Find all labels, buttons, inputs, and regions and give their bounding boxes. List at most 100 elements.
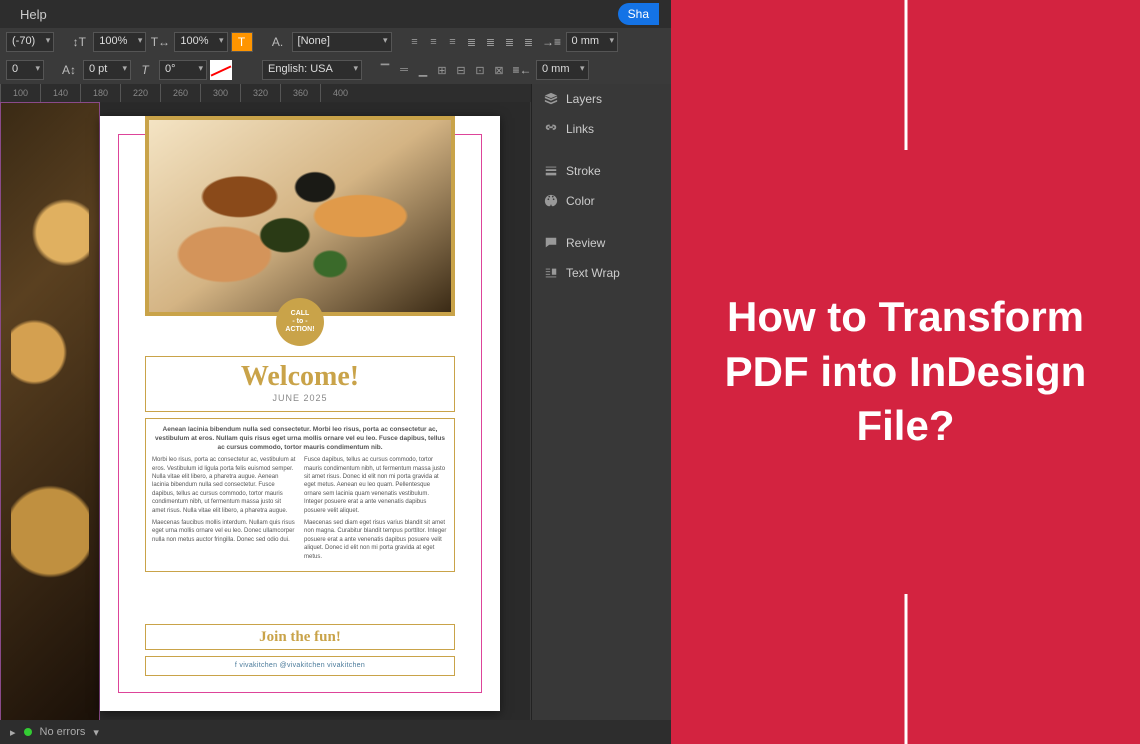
justify-full-icon[interactable]: ≣ bbox=[520, 33, 538, 51]
welcome-date: JUNE 2025 bbox=[150, 393, 450, 403]
tutorial-banner: How to Transform PDF into InDesign File? bbox=[671, 0, 1140, 744]
panel-textwrap[interactable]: Text Wrap bbox=[532, 258, 671, 288]
panel-label: Text Wrap bbox=[566, 266, 620, 280]
background-image[interactable] bbox=[0, 102, 100, 722]
body-para: Maecenas faucibus mollis interdum. Nulla… bbox=[152, 519, 296, 544]
review-icon bbox=[544, 236, 558, 250]
textwrap-icon bbox=[544, 266, 558, 280]
cta-badge[interactable]: CALL - to - ACTION! bbox=[276, 298, 324, 346]
baseline-shift-input[interactable]: 0 pt bbox=[83, 60, 131, 80]
ruler-tick: 260 bbox=[160, 84, 200, 102]
justify-left-icon[interactable]: ≣ bbox=[463, 33, 481, 51]
banner-line-top bbox=[904, 0, 907, 150]
left-indent-icon: →≡ bbox=[541, 32, 563, 52]
char-style-label: A. bbox=[267, 32, 289, 52]
panel-label: Layers bbox=[566, 92, 602, 106]
ruler-tick: 360 bbox=[280, 84, 320, 102]
document-page[interactable]: CALL - to - ACTION! Welcome! JUNE 2025 A… bbox=[100, 116, 500, 711]
vertical-scale-input[interactable]: 100% bbox=[93, 32, 146, 52]
ruler-tick: 300 bbox=[200, 84, 240, 102]
ruler-tick: 100 bbox=[0, 84, 40, 102]
status-bar: ▸ No errors ▾ bbox=[0, 720, 671, 744]
span-col-icon[interactable]: ⊞ bbox=[433, 61, 451, 79]
menu-bar: Help Sha bbox=[0, 0, 671, 28]
valign-top-icon[interactable]: ▔ bbox=[376, 61, 394, 79]
panel-label: Review bbox=[566, 236, 605, 250]
body-para: Morbi leo risus, porta ac consectetur ac… bbox=[152, 456, 296, 515]
indesign-app-window: Help Sha (-70) ↕T 100% T↔ 100% T A. [Non… bbox=[0, 0, 671, 744]
panel-review[interactable]: Review bbox=[532, 228, 671, 258]
merge-icon[interactable]: ⊡ bbox=[471, 61, 489, 79]
skew-icon: T bbox=[134, 60, 156, 80]
panel-color[interactable]: Color bbox=[532, 186, 671, 216]
color-icon bbox=[544, 194, 558, 208]
body-intro: Aenean lacinia bibendum nulla sed consec… bbox=[152, 425, 448, 452]
ruler-horizontal[interactable]: 100 140 180 220 260 300 320 360 400 bbox=[0, 84, 531, 102]
justify-right-icon[interactable]: ≣ bbox=[501, 33, 519, 51]
page-nav-prev-icon[interactable]: ▸ bbox=[10, 726, 16, 739]
panel-label: Color bbox=[566, 194, 595, 208]
ruler-tick: 220 bbox=[120, 84, 160, 102]
baseline-shift-icon: A↕ bbox=[58, 60, 80, 80]
panel-label: Stroke bbox=[566, 164, 601, 178]
panel-layers[interactable]: Layers bbox=[532, 84, 671, 114]
panel-stroke[interactable]: Stroke bbox=[532, 156, 671, 186]
char-dropdown[interactable]: (-70) bbox=[6, 32, 54, 52]
right-indent-icon: ≡← bbox=[511, 60, 533, 80]
ltr-icon[interactable]: ⊠ bbox=[490, 61, 508, 79]
toolbar-row-2: 0 A↕ 0 pt T 0° English: USA ▔ ═ ▁ ⊞ ⊟ ⊡ … bbox=[0, 56, 671, 84]
align-right-icon[interactable]: ≡ bbox=[444, 33, 462, 51]
ruler-tick: 400 bbox=[320, 84, 360, 102]
menu-help[interactable]: Help bbox=[12, 7, 55, 22]
social-text-frame[interactable]: f vivakitchen @vivakitchen vivakitchen bbox=[145, 656, 455, 676]
dropdown-chevron-icon[interactable]: ▾ bbox=[93, 726, 99, 739]
valign-mid-icon[interactable]: ═ bbox=[395, 61, 413, 79]
stroke-icon bbox=[544, 164, 558, 178]
paragraph-align-group: ≡ ≡ ≡ ≣ ≣ ≣ ≣ bbox=[406, 33, 538, 51]
cta-text-mid: - to - bbox=[292, 318, 307, 326]
valign-bot-icon[interactable]: ▁ bbox=[414, 61, 432, 79]
language-dropdown[interactable]: English: USA bbox=[262, 60, 362, 80]
join-text-frame[interactable]: Join the fun! bbox=[145, 624, 455, 650]
split-col-icon[interactable]: ⊟ bbox=[452, 61, 470, 79]
leading-input[interactable]: 0 bbox=[6, 60, 44, 80]
welcome-title: Welcome! bbox=[150, 361, 450, 393]
body-para: Fusce dapibus, tellus ac cursus commodo,… bbox=[304, 456, 448, 515]
char-style-dropdown[interactable]: [None] bbox=[292, 32, 392, 52]
ruler-tick: 140 bbox=[40, 84, 80, 102]
panel-dock: Layers Links Stroke Color Review Text Wr… bbox=[531, 84, 671, 720]
column-left: Morbi leo risus, porta ac consectetur ac… bbox=[152, 456, 296, 565]
body-text-frame[interactable]: Aenean lacinia bibendum nulla sed consec… bbox=[145, 418, 455, 572]
control-panel: (-70) ↕T 100% T↔ 100% T A. [None] ≡ ≡ ≡ … bbox=[0, 28, 671, 84]
stroke-none-swatch[interactable] bbox=[210, 60, 232, 80]
toolbar-row-1: (-70) ↕T 100% T↔ 100% T A. [None] ≡ ≡ ≡ … bbox=[0, 28, 671, 56]
ruler-tick: 320 bbox=[240, 84, 280, 102]
canvas-area[interactable]: CALL - to - ACTION! Welcome! JUNE 2025 A… bbox=[0, 102, 530, 722]
welcome-text-frame[interactable]: Welcome! JUNE 2025 bbox=[145, 356, 455, 412]
cta-text-top: CALL bbox=[291, 310, 310, 318]
preflight-status[interactable]: No errors bbox=[40, 726, 86, 738]
justify-center-icon[interactable]: ≣ bbox=[482, 33, 500, 51]
vertical-scale-icon: ↕T bbox=[68, 32, 90, 52]
left-indent-input[interactable]: 0 mm bbox=[566, 32, 619, 52]
panel-links[interactable]: Links bbox=[532, 114, 671, 144]
body-para: Maecenas sed diam eget risus varius blan… bbox=[304, 519, 448, 561]
panel-label: Links bbox=[566, 122, 594, 136]
banner-line-bottom bbox=[904, 594, 907, 744]
links-icon bbox=[544, 122, 558, 136]
valign-group: ▔ ═ ▁ ⊞ ⊟ ⊡ ⊠ bbox=[376, 61, 508, 79]
right-indent-input[interactable]: 0 mm bbox=[536, 60, 589, 80]
horizontal-scale-input[interactable]: 100% bbox=[174, 32, 227, 52]
align-center-icon[interactable]: ≡ bbox=[425, 33, 443, 51]
share-button[interactable]: Sha bbox=[618, 3, 659, 25]
hero-image-content bbox=[149, 120, 451, 312]
skew-input[interactable]: 0° bbox=[159, 60, 207, 80]
ruler-tick: 180 bbox=[80, 84, 120, 102]
hero-image-frame[interactable] bbox=[145, 116, 455, 316]
column-right: Fusce dapibus, tellus ac cursus commodo,… bbox=[304, 456, 448, 565]
preflight-ok-icon bbox=[24, 728, 32, 736]
align-left-icon[interactable]: ≡ bbox=[406, 33, 424, 51]
banner-title: How to Transform PDF into InDesign File? bbox=[671, 290, 1140, 454]
fill-color-swatch[interactable]: T bbox=[231, 32, 253, 52]
horizontal-scale-icon: T↔ bbox=[149, 32, 171, 52]
